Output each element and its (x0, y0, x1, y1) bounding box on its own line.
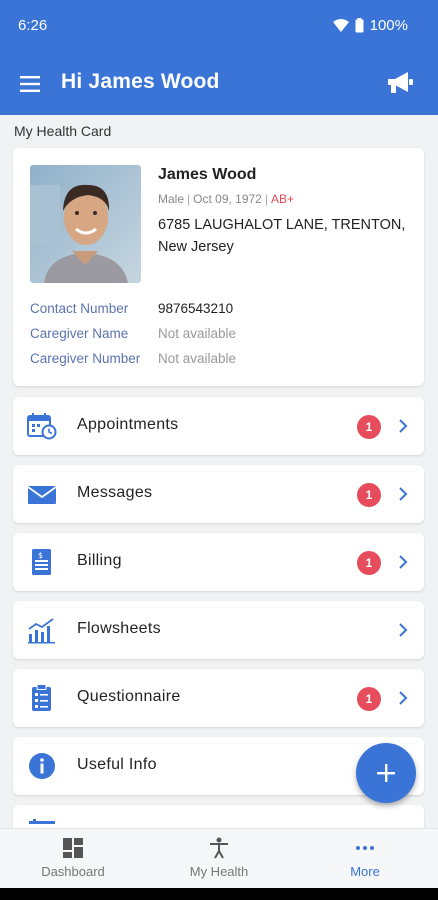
plus-icon (377, 764, 395, 782)
battery-icon (355, 18, 364, 33)
nav-label: More (350, 864, 380, 879)
menu-label: Questionnaire (77, 688, 181, 705)
notification-badge: 1 (357, 415, 381, 439)
menu-label: Messages (77, 484, 153, 501)
health-card[interactable]: James Wood Male | Oct 09, 1972 | AB+ 6785 LA… (13, 148, 424, 386)
system-nav-bar (0, 888, 438, 900)
menu-label: Useful Info (77, 756, 157, 773)
person-icon (210, 837, 228, 859)
patient-gender: Male (158, 192, 185, 206)
more-dots-icon (356, 846, 374, 850)
info-value: Not available (158, 326, 237, 341)
nav-label: My Health (189, 864, 249, 879)
notification-badge: 1 (357, 483, 381, 507)
bill-icon: $ (32, 549, 51, 575)
menu-label: Appointments (77, 416, 179, 433)
calendar-clock-icon (27, 413, 57, 440)
battery-level: 100% (369, 17, 408, 34)
megaphone-icon[interactable] (386, 70, 414, 96)
dashboard-icon (63, 838, 83, 858)
notification-badge: 1 (357, 687, 381, 711)
svg-text:$: $ (38, 551, 43, 560)
patient-address: 6785 LAUGHALOT LANE, TRENTON, New Jersey (158, 217, 406, 255)
envelope-icon (27, 486, 57, 504)
nav-label: Dashboard (41, 864, 105, 879)
chevron-right-icon (399, 419, 408, 433)
info-label: Contact Number (30, 301, 129, 316)
menu-item-billing[interactable]: $ Billing 1 (13, 533, 424, 591)
page-title: Hi James Wood (61, 70, 220, 93)
chevron-right-icon (399, 555, 408, 569)
patient-name: James Wood (158, 166, 257, 183)
menu-item-questionnaire[interactable]: Questionnaire 1 (13, 669, 424, 727)
wifi-icon (332, 19, 349, 32)
chevron-right-icon (399, 623, 408, 637)
section-label: My Health Card (14, 123, 112, 139)
bottom-nav: Dashboard My Health More (0, 828, 438, 889)
menu-label: Billing (77, 552, 122, 569)
menu-item-flowsheets[interactable]: Flowsheets (13, 601, 424, 659)
menu-item-messages[interactable]: Messages 1 (13, 465, 424, 523)
nav-my-health[interactable]: My Health (146, 829, 292, 889)
nav-more[interactable]: More (292, 829, 438, 889)
patient-meta: Male | Oct 09, 1972 | AB+ (158, 192, 294, 206)
chevron-right-icon (399, 691, 408, 705)
info-value: 9876543210 (158, 301, 234, 316)
status-indicators: 100% (332, 17, 408, 34)
menu-label: Flowsheets (77, 620, 161, 637)
app-bar: Hi James Wood (0, 54, 438, 115)
info-label: Caregiver Number (30, 351, 141, 366)
info-icon (29, 753, 55, 779)
patient-blood-group: AB+ (270, 192, 294, 206)
chart-icon (28, 618, 55, 644)
add-fab-button[interactable] (356, 743, 416, 803)
status-time: 6:26 (18, 17, 48, 34)
hamburger-menu-icon[interactable] (20, 76, 40, 92)
chevron-right-icon (399, 487, 408, 501)
info-label: Caregiver Name (30, 326, 129, 341)
menu-item-appointments[interactable]: Appointments 1 (13, 397, 424, 455)
patient-dob: Oct 09, 1972 (193, 192, 262, 206)
profile-photo (30, 165, 141, 283)
info-value: Not available (158, 351, 237, 366)
status-bar: 6:26 100% (0, 0, 438, 54)
nav-dashboard[interactable]: Dashboard (0, 829, 146, 889)
notification-badge: 1 (357, 551, 381, 575)
clipboard-icon (32, 684, 51, 711)
